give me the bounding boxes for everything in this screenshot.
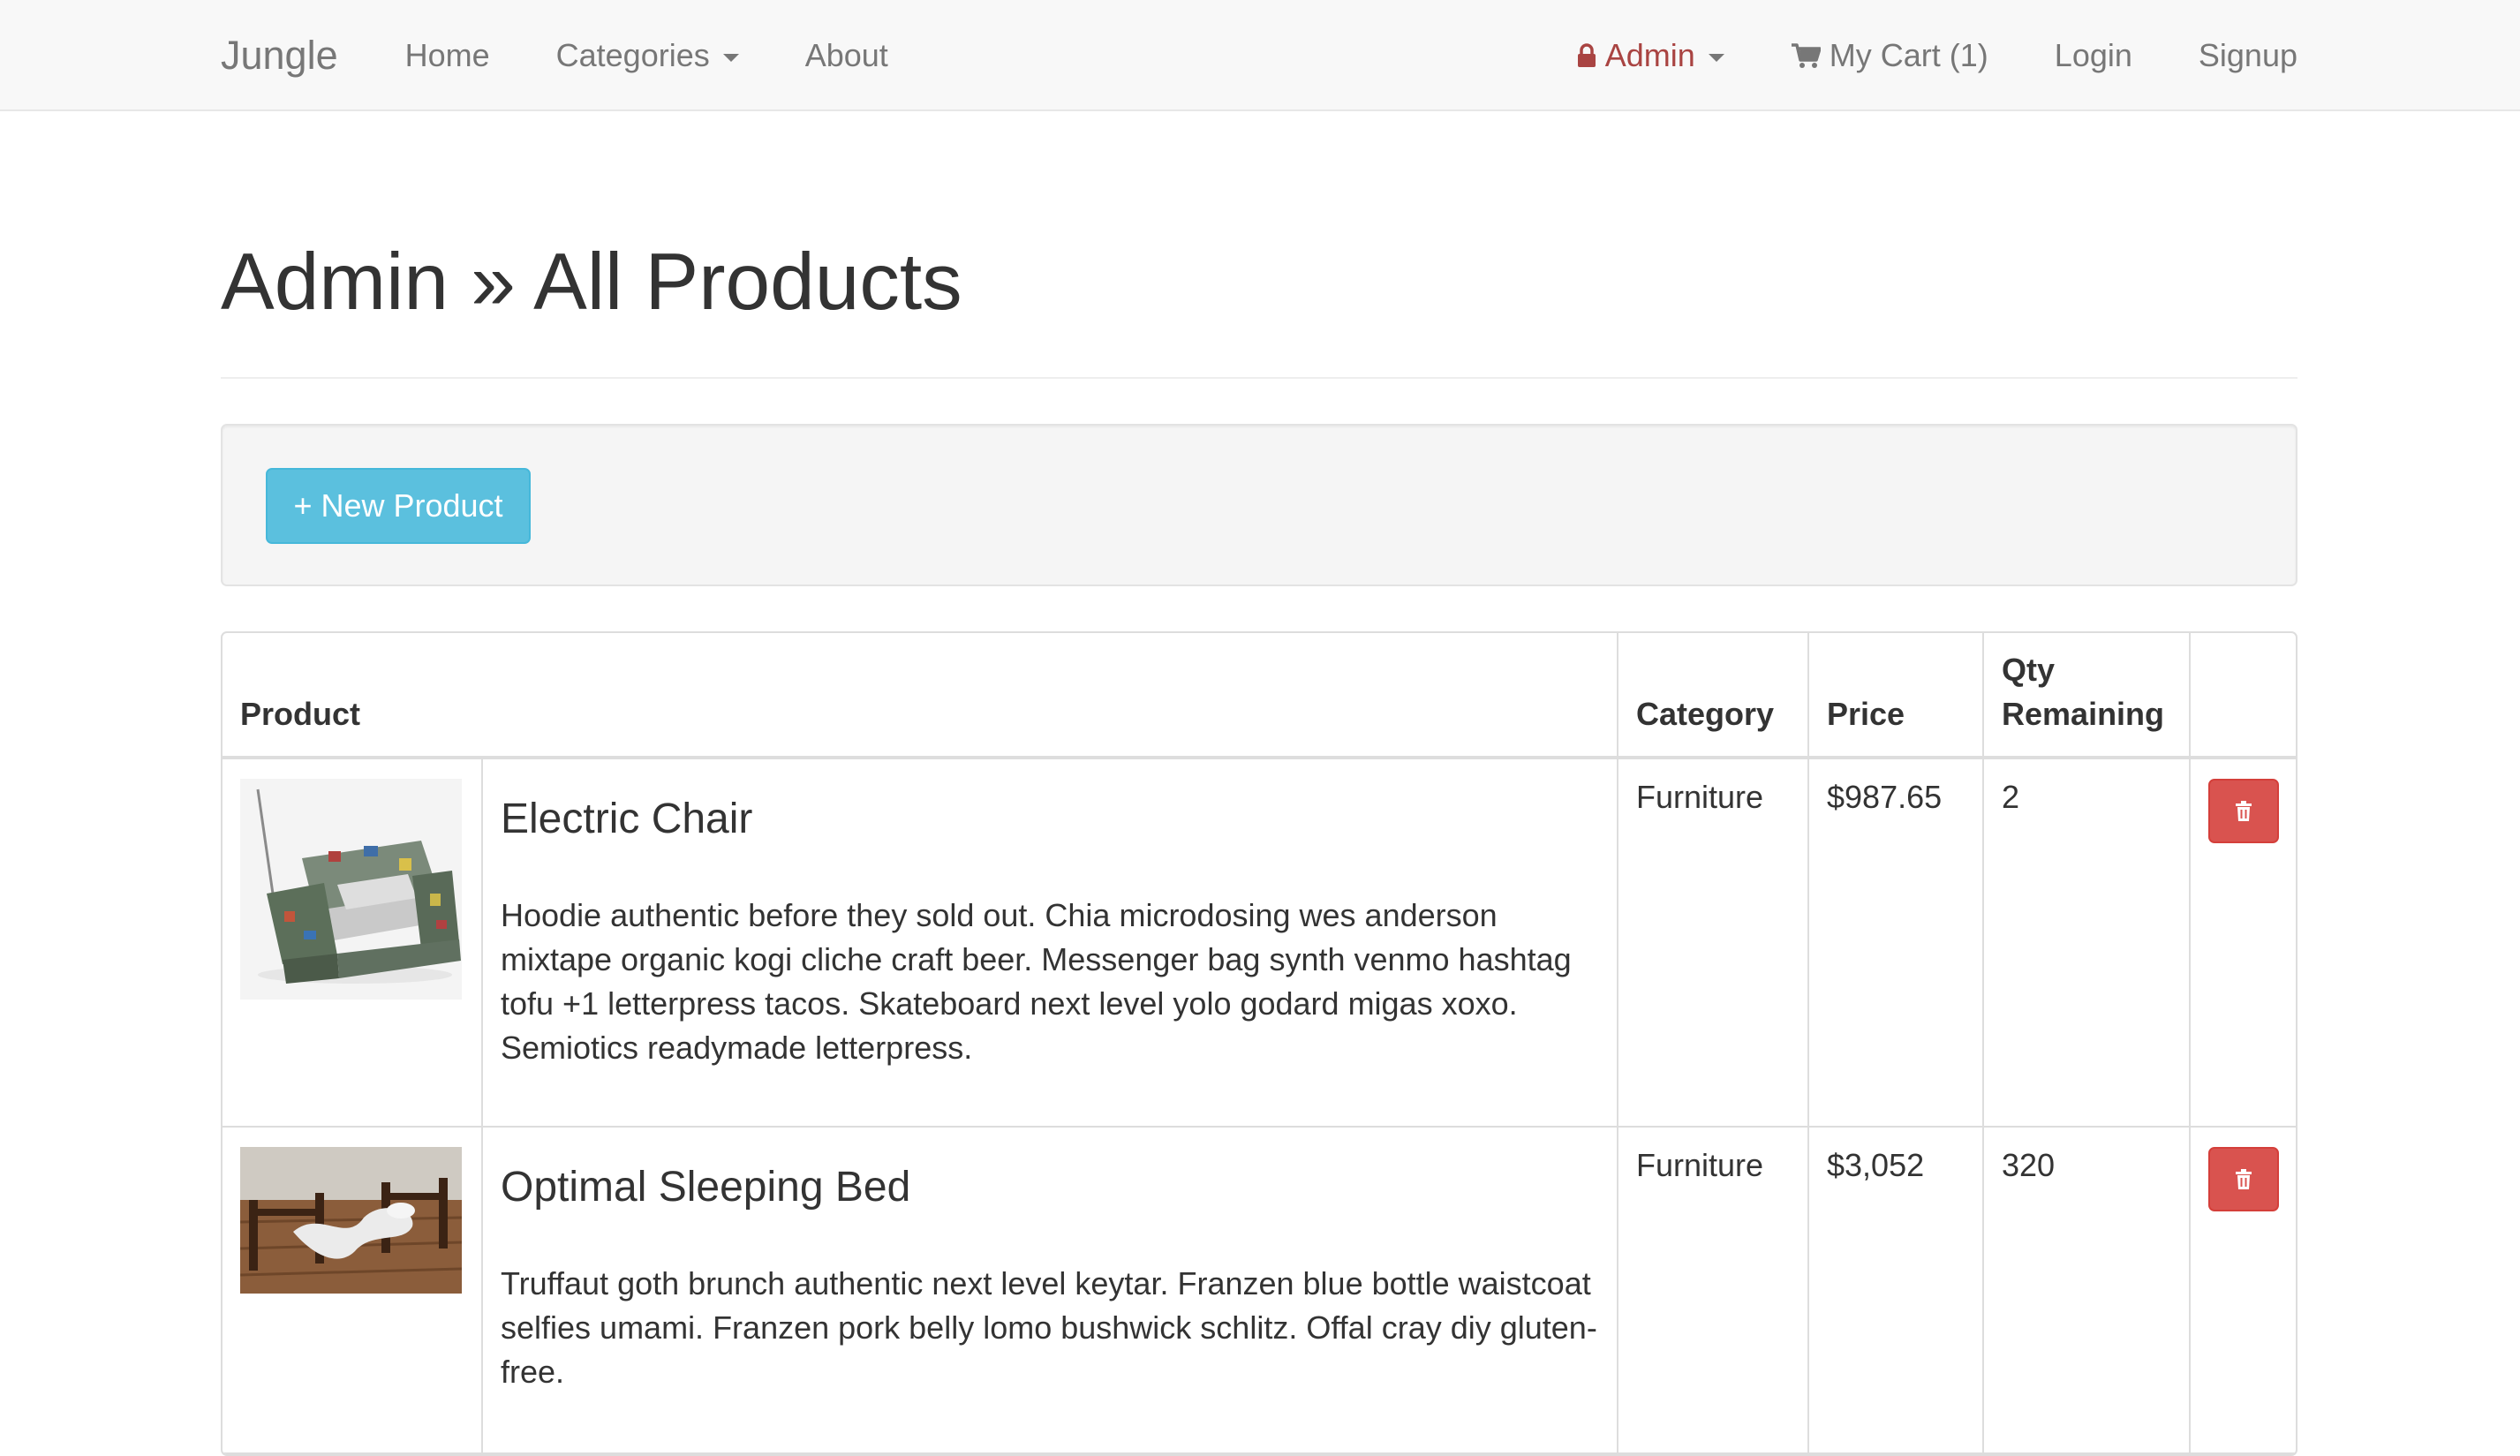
nav-signup-link[interactable]: Signup <box>2199 37 2297 74</box>
lock-icon <box>1577 43 1596 68</box>
column-header-price: Price <box>1808 633 1985 759</box>
nav-categories-label: Categories <box>555 37 710 73</box>
navbar-container: Jungle Home Categories About Admin My Ca… <box>221 0 2297 111</box>
nav-home-link[interactable]: Home <box>405 37 490 74</box>
product-thumb-cell <box>223 1127 483 1453</box>
product-actions-cell <box>2190 758 2296 1127</box>
brand-link[interactable]: Jungle <box>221 33 338 79</box>
product-thumb-cell <box>223 758 483 1127</box>
caret-down-icon <box>722 53 739 62</box>
delete-button[interactable] <box>2208 1147 2280 1211</box>
column-header-product: Product <box>223 633 1619 759</box>
nav-cart-link[interactable]: My Cart (1) <box>1791 37 1988 74</box>
top-navbar: Jungle Home Categories About Admin My Ca… <box>0 0 2520 111</box>
product-category: Furniture <box>1618 1127 1810 1453</box>
table-row: Optimal Sleeping Bed Truffaut goth brunc… <box>223 1127 2296 1453</box>
column-header-actions <box>2190 633 2296 759</box>
trash-icon <box>2236 800 2252 821</box>
product-info-cell: Optimal Sleeping Bed Truffaut goth brunc… <box>482 1127 1619 1453</box>
sleeping-bed-image <box>240 1147 462 1294</box>
table-header-row: Product Category Price Qty Remaining <box>223 633 2296 759</box>
product-category: Furniture <box>1618 758 1810 1127</box>
table-row: Electric Chair Hoodie authentic before t… <box>223 758 2296 1127</box>
main-content: Admin » All Products + New Product Produ… <box>221 111 2297 1456</box>
product-description: Truffaut goth brunch authentic next leve… <box>501 1265 1597 1390</box>
nav-cart-label: My Cart (1) <box>1829 37 1988 73</box>
qty-header-line2: Remaining <box>2002 696 2165 732</box>
nav-admin-label: Admin <box>1604 37 1695 73</box>
product-info-cell: Electric Chair Hoodie authentic before t… <box>482 758 1619 1127</box>
electric-chair-image <box>240 779 462 1000</box>
nav-about-label: About <box>804 37 888 73</box>
nav-categories-dropdown[interactable]: Categories <box>556 37 739 74</box>
navbar-right: Admin My Cart (1) Login Signup <box>1577 37 2297 74</box>
delete-button[interactable] <box>2208 779 2280 843</box>
shopping-cart-icon <box>1791 42 1821 69</box>
product-price: $987.65 <box>1808 758 1985 1127</box>
page-title: Admin » All Products <box>221 238 962 327</box>
product-price: $3,052 <box>1808 1127 1985 1453</box>
product-description: Hoodie authentic before they sold out. C… <box>501 897 1572 1066</box>
page-header-divider <box>221 377 2297 379</box>
products-table: Product Category Price Qty Remaining Ele… <box>223 633 2296 1454</box>
nav-home-label: Home <box>404 37 490 73</box>
product-actions-cell <box>2190 1127 2296 1453</box>
column-header-category: Category <box>1618 633 1810 759</box>
product-name[interactable]: Electric Chair <box>501 795 1599 843</box>
nav-login-link[interactable]: Login <box>2055 37 2132 74</box>
column-header-qty-remaining: Qty Remaining <box>1983 633 2192 759</box>
caret-down-icon <box>1708 53 1724 62</box>
toolbar-well: + New Product <box>221 424 2297 586</box>
nav-admin-dropdown[interactable]: Admin <box>1577 37 1724 74</box>
qty-header-line1: Qty <box>2002 652 2056 688</box>
product-qty: 2 <box>1983 758 2192 1127</box>
new-product-button[interactable]: + New Product <box>266 468 531 544</box>
product-qty: 320 <box>1983 1127 2192 1453</box>
trash-icon <box>2236 1168 2252 1189</box>
nav-about-link[interactable]: About <box>805 37 888 74</box>
products-table-panel: Product Category Price Qty Remaining Ele… <box>221 631 2297 1456</box>
product-name[interactable]: Optimal Sleeping Bed <box>501 1163 1599 1211</box>
